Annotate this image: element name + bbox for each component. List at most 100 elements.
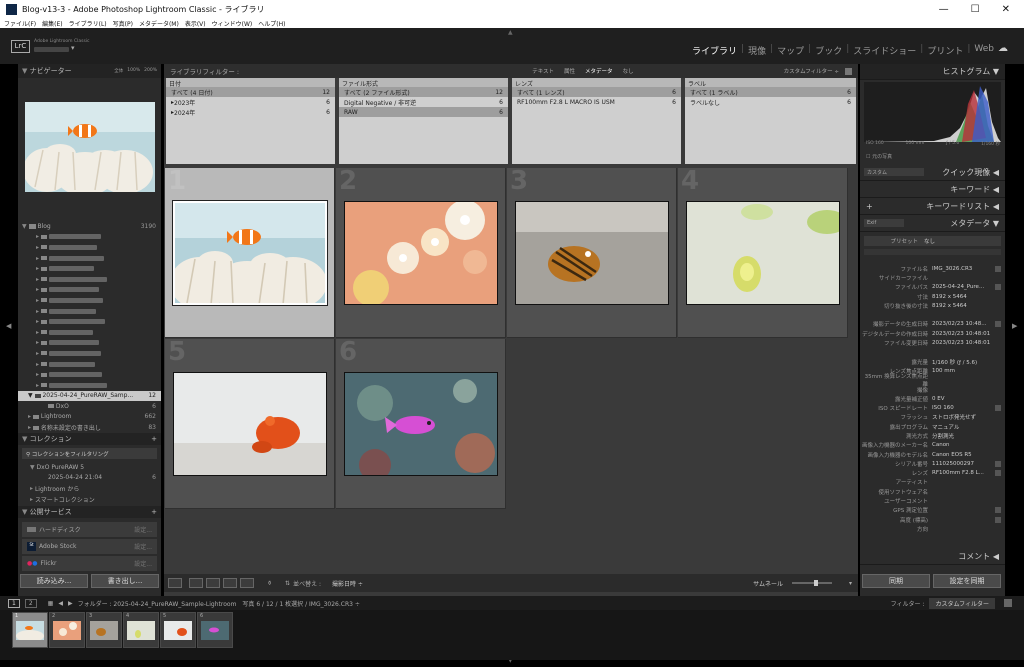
menu-file[interactable]: ファイル(F) [4, 19, 36, 28]
filter-lens-rf100[interactable]: RF100mm F2.8 L MACRO IS USM 6 [512, 97, 681, 107]
grid-cell[interactable]: 3 [507, 166, 677, 338]
meta-action-icon[interactable] [995, 405, 1001, 412]
filter-filetype-dng[interactable]: Digital Negative / 非可逆 6 [339, 97, 508, 107]
sort-direction-icon[interactable]: ⇅ [285, 580, 290, 587]
page-1-button[interactable]: 1 [8, 598, 20, 608]
menu-window[interactable]: ウィンドウ(W) [212, 19, 253, 28]
photo-thumbnail[interactable] [344, 372, 498, 476]
sync-button[interactable]: 同期 [862, 574, 930, 588]
metadata-preset[interactable]: プリセット なし [864, 236, 1001, 246]
filter-tab-attribute[interactable]: 属性 [564, 67, 575, 75]
toolbar-menu-icon[interactable]: ▾ [849, 580, 852, 587]
menu-photo[interactable]: 写真(P) [113, 19, 133, 28]
film-thumb[interactable]: 4 [123, 612, 159, 648]
meta-action-icon[interactable] [995, 284, 1001, 291]
meta-action-icon[interactable] [995, 470, 1001, 477]
module-print[interactable]: プリント [927, 44, 963, 57]
publish-harddisk-settings[interactable]: 設定... [134, 525, 152, 534]
folder-item[interactable]: ▸ [18, 348, 161, 359]
lock-icon[interactable] [845, 67, 852, 75]
quick-develop-header[interactable]: カスタム クイック現像 ◀ [860, 164, 1005, 181]
photo-thumbnail[interactable] [173, 372, 327, 476]
metadata-header[interactable]: Exif メタデータ ▼ [860, 215, 1005, 232]
publish-flickr[interactable]: ●● Flickr 設定... [22, 556, 157, 571]
add-collection-icon[interactable]: + [151, 435, 157, 443]
chevron-down-icon[interactable]: ▾ [71, 44, 75, 52]
custom-filter-select[interactable]: カスタムフィルター ÷ [784, 67, 839, 75]
slider-handle[interactable] [813, 580, 818, 586]
meta-action-icon[interactable] [995, 265, 1001, 272]
meta-action-icon[interactable] [995, 516, 1001, 523]
zoom-100[interactable]: 100% [127, 68, 140, 74]
import-button[interactable]: 読み込み... [20, 574, 88, 588]
folder-noname[interactable]: ▸ 名称未設定の書き出し 83 [18, 422, 161, 433]
folder-item[interactable]: ▸ [18, 232, 161, 243]
navigator-preview[interactable] [23, 102, 155, 196]
filter-lens-all[interactable]: すべて (1 レンズ) 6 [512, 87, 681, 97]
comments-header[interactable]: コメント ◀ [860, 548, 1005, 565]
meta-action-icon[interactable] [995, 321, 1001, 328]
module-map[interactable]: マップ [777, 44, 804, 57]
maximize-icon[interactable]: ☐ [971, 4, 980, 15]
folder-blog[interactable]: ▼ Blog 3190 [18, 221, 161, 232]
spray-can-icon[interactable]: ⚱ [267, 580, 272, 587]
module-develop[interactable]: 現像 [748, 44, 766, 57]
filter-lock-icon[interactable] [1004, 599, 1012, 607]
filter-filetype-raw[interactable]: RAW 6 [339, 107, 508, 117]
filmstrip-filter-select[interactable]: カスタムフィルター [929, 597, 995, 609]
filter-tab-metadata[interactable]: メタデータ [585, 67, 613, 75]
minimize-icon[interactable]: — [939, 4, 949, 15]
quick-preset-select[interactable]: カスタム [864, 168, 924, 176]
photo-thumbnail[interactable] [172, 200, 328, 306]
menu-help[interactable]: ヘルプ(H) [258, 19, 285, 28]
close-icon[interactable]: ✕ [1002, 4, 1010, 15]
meta-action-icon[interactable] [995, 460, 1001, 467]
module-book[interactable]: ブック [815, 44, 842, 57]
keyword-list-header[interactable]: + キーワードリスト ◀ [860, 198, 1005, 215]
grid-cell[interactable]: 5 [165, 337, 335, 509]
add-publish-icon[interactable]: + [151, 508, 157, 516]
module-slideshow[interactable]: スライドショー [853, 44, 916, 57]
survey-view-icon[interactable] [223, 578, 237, 588]
menu-library[interactable]: ライブラリ(L) [69, 19, 107, 28]
collection-item[interactable]: 2025-04-24 21:04 6 [18, 473, 161, 484]
filter-tab-text[interactable]: テキスト [532, 67, 554, 75]
filter-label-all[interactable]: すべて (1 ラベル) 6 [685, 87, 856, 97]
folder-item[interactable]: ▸ [18, 285, 161, 296]
collections-header[interactable]: ▼ コレクション + [18, 433, 161, 445]
zoom-200[interactable]: 200% [144, 68, 157, 74]
publish-flickr-settings[interactable]: 設定... [134, 559, 152, 568]
film-thumb[interactable]: 6 [197, 612, 233, 648]
folder-item[interactable]: ▸ [18, 253, 161, 264]
collection-set[interactable]: ▼ DxO PureRAW 5 [18, 462, 161, 473]
metadata-mode-select[interactable]: Exif [864, 219, 904, 227]
histogram-header[interactable]: ヒストグラム ▼ [860, 64, 1005, 80]
folder-item[interactable]: ▸ [18, 338, 161, 349]
grid-cell[interactable]: 4 [678, 166, 848, 338]
collection-set[interactable]: ▸ Lightroom から [18, 483, 161, 494]
publish-adobestock-settings[interactable]: 設定... [134, 542, 152, 551]
page-2-button[interactable]: 2 [24, 598, 37, 608]
navigator-header[interactable]: ▼ ナビゲーター 全体 100% 200% [18, 64, 161, 78]
zoom-fit[interactable]: 全体 [114, 68, 123, 74]
original-photo-checkbox[interactable]: ☐ 元の写真 [866, 153, 892, 160]
keyword-header[interactable]: キーワード ◀ [860, 181, 1005, 198]
publish-harddisk[interactable]: ハードディスク 設定... [22, 522, 157, 537]
forward-arrow-icon[interactable]: ▶ [68, 600, 73, 607]
menu-edit[interactable]: 編集(E) [42, 19, 62, 28]
right-panel-toggle-icon[interactable]: ▶ [1012, 322, 1017, 330]
left-panel-toggle-icon[interactable]: ◀ [6, 322, 11, 330]
thumbnail-size-slider[interactable] [791, 580, 832, 586]
folder-selected[interactable]: ▼ 2025-04-24_PureRAW_Samp... 12 [18, 390, 161, 402]
photo-thumbnail[interactable] [515, 201, 669, 305]
people-view-icon[interactable] [240, 578, 254, 588]
compare-view-icon[interactable] [206, 578, 220, 588]
collection-filter-input[interactable]: ⚲ コレクションをフィルタリング [22, 448, 157, 459]
publish-adobestock[interactable]: St Adobe Stock 設定... [22, 539, 157, 554]
meta-action-icon[interactable] [995, 507, 1001, 514]
folder-item[interactable]: ▸ [18, 380, 161, 391]
film-thumb[interactable]: 2 [49, 612, 85, 648]
menu-view[interactable]: 表示(V) [185, 19, 206, 28]
folder-dxo[interactable]: DxO 6 [18, 401, 161, 412]
sort-select[interactable]: 撮影日時 ÷ [332, 579, 363, 588]
